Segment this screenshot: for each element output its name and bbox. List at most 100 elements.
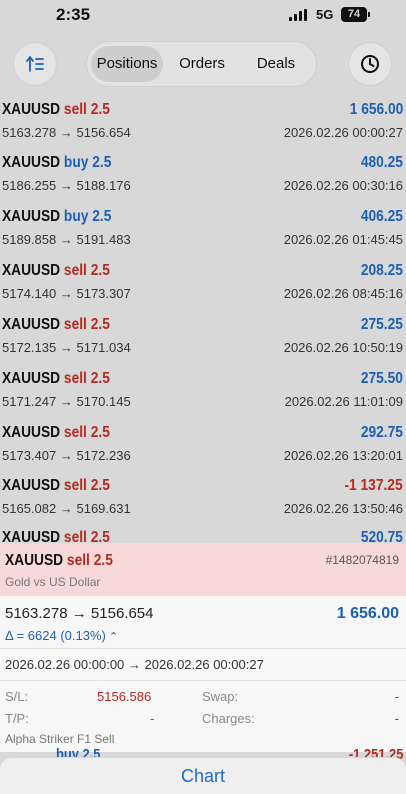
sort-icon <box>26 56 44 72</box>
tab-positions[interactable]: Positions <box>91 46 163 82</box>
open-price: 5163.278 <box>5 605 68 622</box>
position-row[interactable]: XAUUSD sell 2.5 275.50 5171.247 → 5170.1… <box>0 370 406 424</box>
open-price: 5172.135 <box>2 340 57 355</box>
side: sell <box>63 529 87 543</box>
delta-toggle[interactable]: Δ = 6624 (0.13%) ⌃ <box>5 628 118 643</box>
open-price: 5186.255 <box>2 178 57 193</box>
close-price: 5156.654 <box>76 125 131 140</box>
divider <box>0 648 406 649</box>
sort-button[interactable] <box>13 42 57 86</box>
open-price: 5189.858 <box>2 232 57 247</box>
tab-orders[interactable]: Orders <box>167 46 237 82</box>
status-time: 2:35 <box>56 5 91 24</box>
arrow-icon: → <box>59 232 73 247</box>
symbol: XAUUSD <box>2 424 61 441</box>
symbol: XAUUSD <box>2 262 61 279</box>
arrow-icon: → <box>59 178 73 193</box>
close-price: 5173.307 <box>76 286 131 301</box>
position-pnl: 480.25 <box>360 154 403 171</box>
symbol: XAUUSD <box>2 370 61 387</box>
close-price: 5188.176 <box>76 178 131 193</box>
position-symbol: XAUUSD buy 2.5 <box>2 208 111 226</box>
arrow-icon: → <box>59 501 73 516</box>
position-prices: 5172.135 → 5171.034 <box>2 340 131 355</box>
close-price: 5156.654 <box>90 605 154 622</box>
symbol: XAUUSD <box>2 477 61 494</box>
position-row[interactable]: XAUUSD sell 2.5 520.75 <box>0 529 406 543</box>
view-tabs: Positions Orders Deals <box>86 41 317 87</box>
arrow-icon: → <box>59 286 73 301</box>
symbol-description: Gold vs US Dollar <box>5 575 101 589</box>
position-prices: 5173.407 → 5172.236 <box>2 448 131 463</box>
battery-icon: 74 <box>341 7 370 22</box>
symbol: XAUUSD <box>2 316 61 333</box>
swap-label: Swap: <box>202 689 239 704</box>
tp-value: - <box>150 711 155 726</box>
position-symbol: XAUUSD sell 2.5 <box>2 101 110 119</box>
position-time: 2026.02.26 11:01:09 <box>284 394 403 409</box>
side: sell <box>63 101 87 118</box>
side: sell <box>63 316 87 333</box>
position-pnl: 208.25 <box>360 262 403 279</box>
position-pnl: 275.50 <box>360 370 403 387</box>
bottom-action-bar: Chart <box>0 757 406 794</box>
position-row[interactable]: XAUUSD sell 2.5 275.25 5172.135 → 5171.0… <box>0 316 406 370</box>
network-label: 5G <box>316 7 334 22</box>
volume: 2.5 <box>90 424 110 441</box>
side: buy <box>63 208 89 225</box>
divider <box>0 680 406 681</box>
close-time: 2026.02.26 00:00:27 <box>144 657 264 672</box>
position-time: 2026.02.26 13:50:46 <box>283 501 403 516</box>
position-detail-card: XAUUSD sell 2.5 Gold vs US Dollar #14820… <box>0 543 406 752</box>
arrow-icon: → <box>71 605 87 622</box>
position-pnl: 1 656.00 <box>349 101 403 118</box>
open-price: 5174.140 <box>2 286 57 301</box>
top-toolbar: Positions Orders Deals <box>0 38 406 90</box>
position-pnl: -1 137.25 <box>344 477 403 494</box>
position-pnl: 520.75 <box>360 529 403 543</box>
status-bar: 2:35 5G 74 <box>0 0 406 32</box>
side: sell <box>63 370 87 387</box>
tab-deals[interactable]: Deals <box>241 46 311 82</box>
position-pnl: 275.25 <box>360 316 403 333</box>
open-time: 2026.02.26 00:00:00 <box>5 657 125 672</box>
open-price: 5165.082 <box>2 501 57 516</box>
position-time: 2026.02.26 10:50:19 <box>283 340 403 355</box>
position-time: 2026.02.26 13:20:01 <box>283 448 403 463</box>
open-price: 5173.407 <box>2 448 57 463</box>
arrow-icon: → <box>59 394 73 409</box>
symbol: XAUUSD <box>2 529 61 543</box>
position-row[interactable]: XAUUSD sell 2.5 292.75 5173.407 → 5172.2… <box>0 424 406 478</box>
swap-value: - <box>394 689 399 704</box>
position-row[interactable]: XAUUSD buy 2.5 406.25 5189.858 → 5191.48… <box>0 208 406 262</box>
history-button[interactable] <box>348 42 392 86</box>
symbol: XAUUSD <box>2 101 61 118</box>
volume: 2.5 <box>90 316 110 333</box>
position-row[interactable]: XAUUSD sell 2.5 208.25 5174.140 → 5173.3… <box>0 262 406 316</box>
volume: 2.5 <box>92 154 112 171</box>
position-row[interactable]: XAUUSD buy 2.5 480.25 5186.255 → 5188.17… <box>0 154 406 208</box>
detail-pnl: 1 656.00 <box>336 605 399 622</box>
sl-value: 5156.586 <box>97 689 152 704</box>
position-symbol: XAUUSD sell 2.5 <box>2 477 110 495</box>
position-prices: 5163.278 → 5156.654 <box>2 125 131 140</box>
position-row[interactable]: XAUUSD sell 2.5 -1 137.25 5165.082 → 516… <box>0 477 406 531</box>
close-price: 5191.483 <box>76 232 131 247</box>
volume: 2.5 <box>90 262 110 279</box>
close-price: 5172.236 <box>76 448 131 463</box>
volume: 2.5 <box>90 370 110 387</box>
position-prices: 5174.140 → 5173.307 <box>2 286 131 301</box>
detail-header: XAUUSD sell 2.5 Gold vs US Dollar #14820… <box>0 544 406 596</box>
side: sell <box>63 262 87 279</box>
chart-button[interactable]: Chart <box>0 766 406 787</box>
sl-label: S/L: <box>5 689 29 704</box>
side: sell <box>63 424 87 441</box>
position-symbol: XAUUSD sell 2.5 <box>2 370 110 388</box>
detail-prices: 5163.278 → 5156.654 <box>5 605 154 622</box>
delta-value: Δ = 6624 (0.13%) <box>5 628 106 643</box>
charges-value: - <box>394 711 399 726</box>
open-price: 5163.278 <box>2 125 57 140</box>
position-row[interactable]: XAUUSD sell 2.5 1 656.00 5163.278 → 5156… <box>0 101 406 155</box>
close-price: 5170.145 <box>76 394 131 409</box>
position-symbol: XAUUSD sell 2.5 <box>2 262 110 280</box>
